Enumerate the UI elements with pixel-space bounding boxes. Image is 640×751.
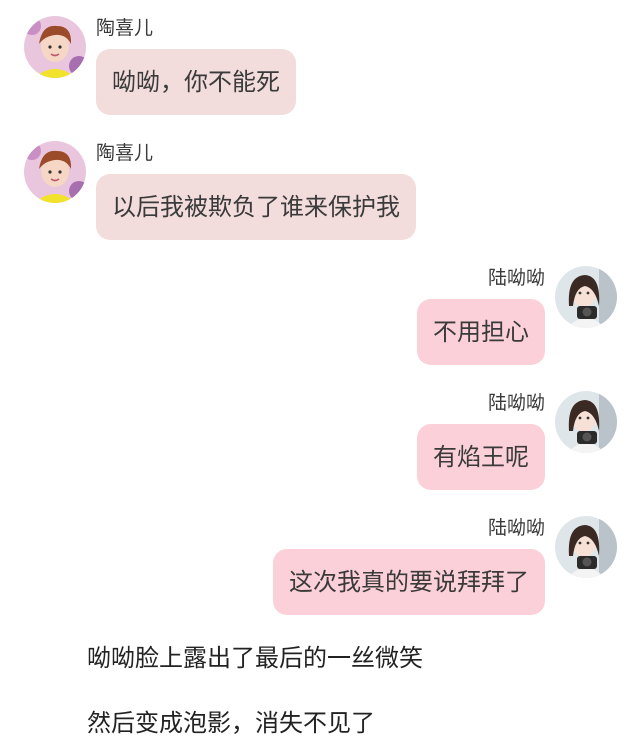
sender-name: 陶喜儿	[96, 17, 154, 39]
message-bubble[interactable]: 有焰王呢	[417, 424, 545, 490]
sender-name: 陶喜儿	[96, 142, 154, 164]
message-bubble[interactable]: 呦呦，你不能死	[96, 49, 296, 115]
narration-line: 呦呦脸上露出了最后的一丝微笑	[87, 644, 423, 672]
luyouyou-avatar[interactable]	[555, 391, 617, 453]
taoxier-avatar[interactable]	[24, 16, 86, 78]
luyouyou-avatar[interactable]	[555, 266, 617, 328]
message-bubble[interactable]: 以后我被欺负了谁来保护我	[96, 174, 416, 240]
sender-name: 陆呦呦	[487, 517, 545, 539]
taoxier-avatar[interactable]	[24, 141, 86, 203]
message-bubble[interactable]: 不用担心	[417, 299, 545, 365]
sender-name: 陆呦呦	[487, 392, 545, 414]
luyouyou-avatar[interactable]	[555, 516, 617, 578]
sender-name: 陆呦呦	[487, 267, 545, 289]
narration-line: 然后变成泡影，消失不见了	[87, 709, 375, 737]
message-bubble[interactable]: 这次我真的要说拜拜了	[273, 549, 545, 615]
